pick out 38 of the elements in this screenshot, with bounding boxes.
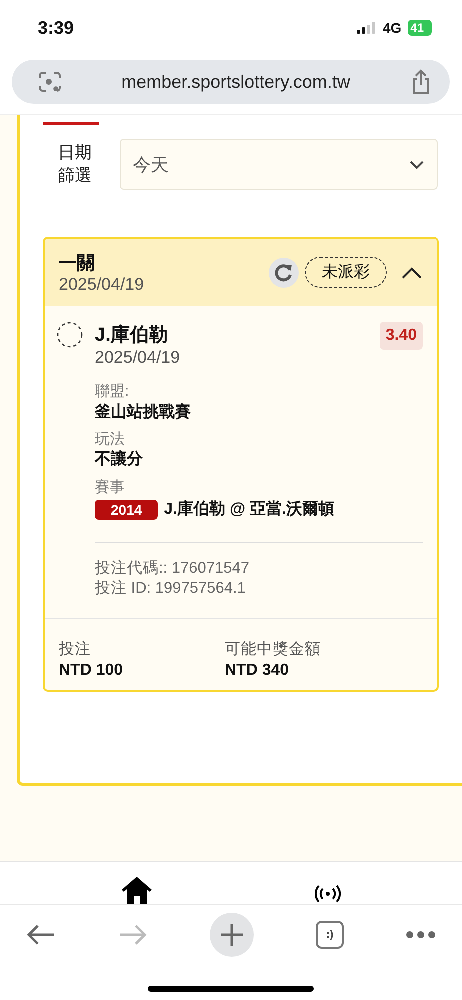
payout-status: 未派彩: [305, 257, 387, 288]
pending-status-icon: [57, 322, 83, 348]
selection-name: J.庫伯勒: [95, 324, 169, 348]
detail-value: 釜山站挑戰賽: [95, 402, 192, 422]
signal-icon: [356, 22, 377, 34]
match-code: 2014: [95, 500, 158, 520]
bet-date: 2025/04/19: [59, 274, 146, 294]
odds-value: 3.40: [380, 322, 423, 350]
total-value: NTD 340: [225, 662, 290, 680]
bet-type: 一關: [59, 252, 96, 274]
new-tab-icon[interactable]: [210, 913, 254, 957]
network-type: 4G: [382, 20, 402, 36]
date-select[interactable]: 今天: [120, 139, 438, 190]
date-filter-label: 日期篩選: [58, 142, 92, 186]
clock-time: 3:39: [38, 18, 74, 38]
refresh-icon[interactable]: [269, 258, 299, 288]
detail-label: 玩法: [95, 430, 126, 450]
more-icon[interactable]: [406, 931, 436, 939]
battery-level: 41: [408, 20, 432, 36]
match-name: J.庫伯勒 @ 亞當.沃爾頓: [164, 499, 334, 520]
total-value: NTD 100: [59, 662, 124, 680]
bet-code: 投注代碼:: 176071547: [95, 558, 251, 579]
camera-icon[interactable]: [38, 71, 62, 93]
selection-date: 2025/04/19: [95, 348, 182, 368]
total-label: 可能中獎金額: [225, 640, 322, 660]
chevron-down-icon: [409, 160, 425, 170]
bet-id: 投注 ID: 199757564.1: [95, 578, 247, 599]
url-text: member.sportslottery.com.tw: [122, 72, 350, 92]
tabs-button[interactable]: :): [316, 921, 344, 949]
home-icon[interactable]: [121, 876, 153, 904]
broadcast-icon[interactable]: [315, 884, 341, 904]
detail-value: 不讓分: [95, 449, 144, 470]
address-bar[interactable]: member.sportslottery.com.tw: [12, 60, 450, 104]
detail-label: 聯盟:: [95, 382, 130, 402]
back-icon[interactable]: [26, 923, 56, 947]
detail-label: 賽事: [95, 478, 126, 498]
total-label: 投注: [59, 640, 92, 660]
chevron-up-icon[interactable]: [401, 266, 423, 280]
